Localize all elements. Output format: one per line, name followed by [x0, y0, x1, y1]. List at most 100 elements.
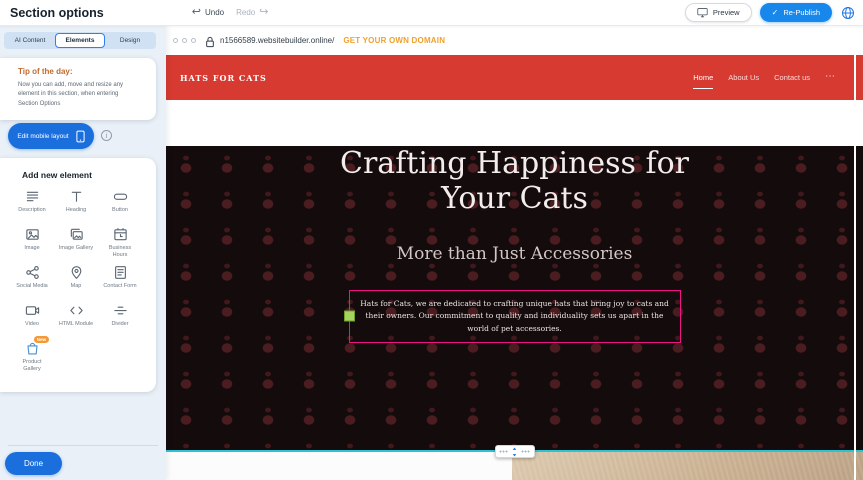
- element-label: HTML Module: [59, 321, 93, 328]
- preview-button[interactable]: Preview: [685, 3, 752, 22]
- element-image-gallery[interactable]: Image Gallery: [55, 227, 97, 252]
- social-media-icon: [25, 265, 40, 280]
- site-url: n1566589.websitebuilder.online/: [220, 36, 334, 45]
- element-label: Button: [112, 207, 128, 214]
- undo-button[interactable]: ↩ Undo: [192, 7, 224, 18]
- section-resize-handle[interactable]: [495, 445, 535, 458]
- site-logo[interactable]: HATS FOR CATS: [180, 73, 267, 83]
- window-dot-icon: [182, 38, 187, 43]
- element-divider[interactable]: Divider: [99, 303, 141, 328]
- edit-mobile-label: Edit mobile layout: [17, 133, 68, 140]
- tab-design[interactable]: Design: [105, 33, 155, 48]
- check-icon: ✓: [772, 9, 779, 17]
- sidebar: AI Content Elements Design Tip of the da…: [0, 26, 166, 480]
- element-label: Product Gallery: [14, 359, 50, 373]
- add-element-panel: Add new element Description Heading Butt…: [0, 158, 156, 392]
- topbar-actions: Preview ✓ Re-Publish: [685, 3, 856, 22]
- business-hours-icon: [113, 227, 128, 242]
- element-contact-form[interactable]: Contact Form: [99, 265, 141, 290]
- element-button[interactable]: Button: [99, 189, 141, 214]
- tab-ai-content[interactable]: AI Content: [5, 33, 55, 48]
- tip-body: Now you can add, move and resize any ele…: [18, 81, 140, 109]
- element-description[interactable]: Description: [11, 189, 53, 214]
- element-grid: Description Heading Button Image Image G…: [10, 189, 142, 379]
- element-image[interactable]: Image: [11, 227, 53, 252]
- info-icon[interactable]: i: [101, 130, 112, 141]
- contact-form-icon: [113, 265, 128, 280]
- grip-dots-icon: [499, 450, 508, 453]
- hero-section[interactable]: Crafting Happiness for Your Cats More th…: [166, 146, 863, 452]
- element-label: Divider: [111, 321, 128, 328]
- grip-dots-icon: [521, 450, 530, 453]
- element-label: Video: [25, 321, 39, 328]
- tab-elements[interactable]: Elements: [55, 33, 105, 48]
- canvas-scrollbar[interactable]: [854, 55, 856, 480]
- element-label: Social Media: [16, 283, 48, 290]
- topbar: Section options ↩ Undo Redo ↪ Preview ✓ …: [0, 0, 863, 26]
- site-nav: Home About Us Contact us ⋯: [693, 55, 835, 100]
- divider-icon: [113, 303, 128, 318]
- monitor-icon: [697, 7, 708, 18]
- add-element-title: Add new element: [0, 158, 156, 180]
- hero-heading-line1: Crafting Happiness for: [305, 146, 725, 181]
- nav-about-us[interactable]: About Us: [728, 73, 759, 89]
- resize-vertical-icon: [511, 447, 518, 457]
- edit-mobile-layout-button[interactable]: Edit mobile layout: [8, 123, 94, 149]
- element-product-gallery[interactable]: New Product Gallery: [11, 341, 53, 373]
- element-label: Description: [18, 207, 46, 214]
- element-heading[interactable]: Heading: [55, 189, 97, 214]
- video-icon: [25, 303, 40, 318]
- redo-button[interactable]: Redo ↪: [236, 7, 268, 18]
- element-html-module[interactable]: HTML Module: [55, 303, 97, 328]
- element-map[interactable]: Map: [55, 265, 97, 290]
- element-business-hours[interactable]: Business Hours: [99, 227, 141, 259]
- nav-home[interactable]: Home: [693, 73, 713, 89]
- element-video[interactable]: Video: [11, 303, 53, 328]
- window-dot-icon: [173, 38, 178, 43]
- sidebar-divider: [8, 445, 158, 446]
- redo-icon: ↪: [259, 7, 268, 18]
- tip-title: Tip of the day:: [18, 67, 144, 76]
- carpet-image: [512, 452, 863, 480]
- heading-icon: [69, 189, 84, 204]
- image-gallery-icon: [69, 227, 84, 242]
- description-icon: [25, 189, 40, 204]
- phone-icon: [76, 130, 85, 143]
- resize-handle-green[interactable]: [344, 311, 355, 322]
- element-label: Image Gallery: [59, 245, 93, 252]
- site-header[interactable]: HATS FOR CATS Home About Us Contact us ⋯: [166, 55, 863, 100]
- sidebar-tabs: AI Content Elements Design: [4, 32, 156, 49]
- globe-icon[interactable]: [840, 5, 856, 21]
- element-social-media[interactable]: Social Media: [11, 265, 53, 290]
- element-label: Image: [24, 245, 39, 252]
- hero-paragraph: Hats for Cats, we are dedicated to craft…: [359, 298, 671, 335]
- redo-label: Redo: [236, 8, 255, 17]
- hero-heading[interactable]: Crafting Happiness for Your Cats: [305, 146, 725, 217]
- button-icon: [113, 189, 128, 204]
- page-title: Section options: [10, 6, 104, 20]
- html-module-icon: [69, 303, 84, 318]
- hero-heading-line2: Your Cats: [305, 181, 725, 216]
- app-root: Section options ↩ Undo Redo ↪ Preview ✓ …: [0, 0, 863, 480]
- map-icon: [69, 265, 84, 280]
- republish-label: Re-Publish: [783, 8, 820, 17]
- editor-canvas: n1566589.websitebuilder.online/ GET YOUR…: [166, 26, 863, 480]
- nav-contact-us[interactable]: Contact us: [774, 73, 810, 89]
- element-label: Map: [71, 283, 82, 290]
- tip-card: Tip of the day: Now you can add, move an…: [0, 58, 156, 120]
- site-preview: HATS FOR CATS Home About Us Contact us ⋯…: [166, 55, 863, 480]
- get-domain-link[interactable]: GET YOUR OWN DOMAIN: [343, 36, 445, 45]
- lock-icon: [205, 35, 215, 47]
- undo-label: Undo: [205, 8, 224, 17]
- done-button[interactable]: Done: [5, 452, 62, 475]
- hero-subheading[interactable]: More than Just Accessories: [166, 244, 863, 264]
- product-gallery-icon: [25, 341, 40, 356]
- window-dot-icon: [191, 38, 196, 43]
- image-icon: [25, 227, 40, 242]
- element-label: Heading: [66, 207, 87, 214]
- nav-more-icon[interactable]: ⋯: [825, 71, 835, 82]
- preview-label: Preview: [713, 8, 740, 17]
- republish-button[interactable]: ✓ Re-Publish: [760, 3, 832, 22]
- selected-text-element[interactable]: Hats for Cats, we are dedicated to craft…: [349, 290, 681, 343]
- browser-chrome-bar: n1566589.websitebuilder.online/ GET YOUR…: [166, 26, 863, 55]
